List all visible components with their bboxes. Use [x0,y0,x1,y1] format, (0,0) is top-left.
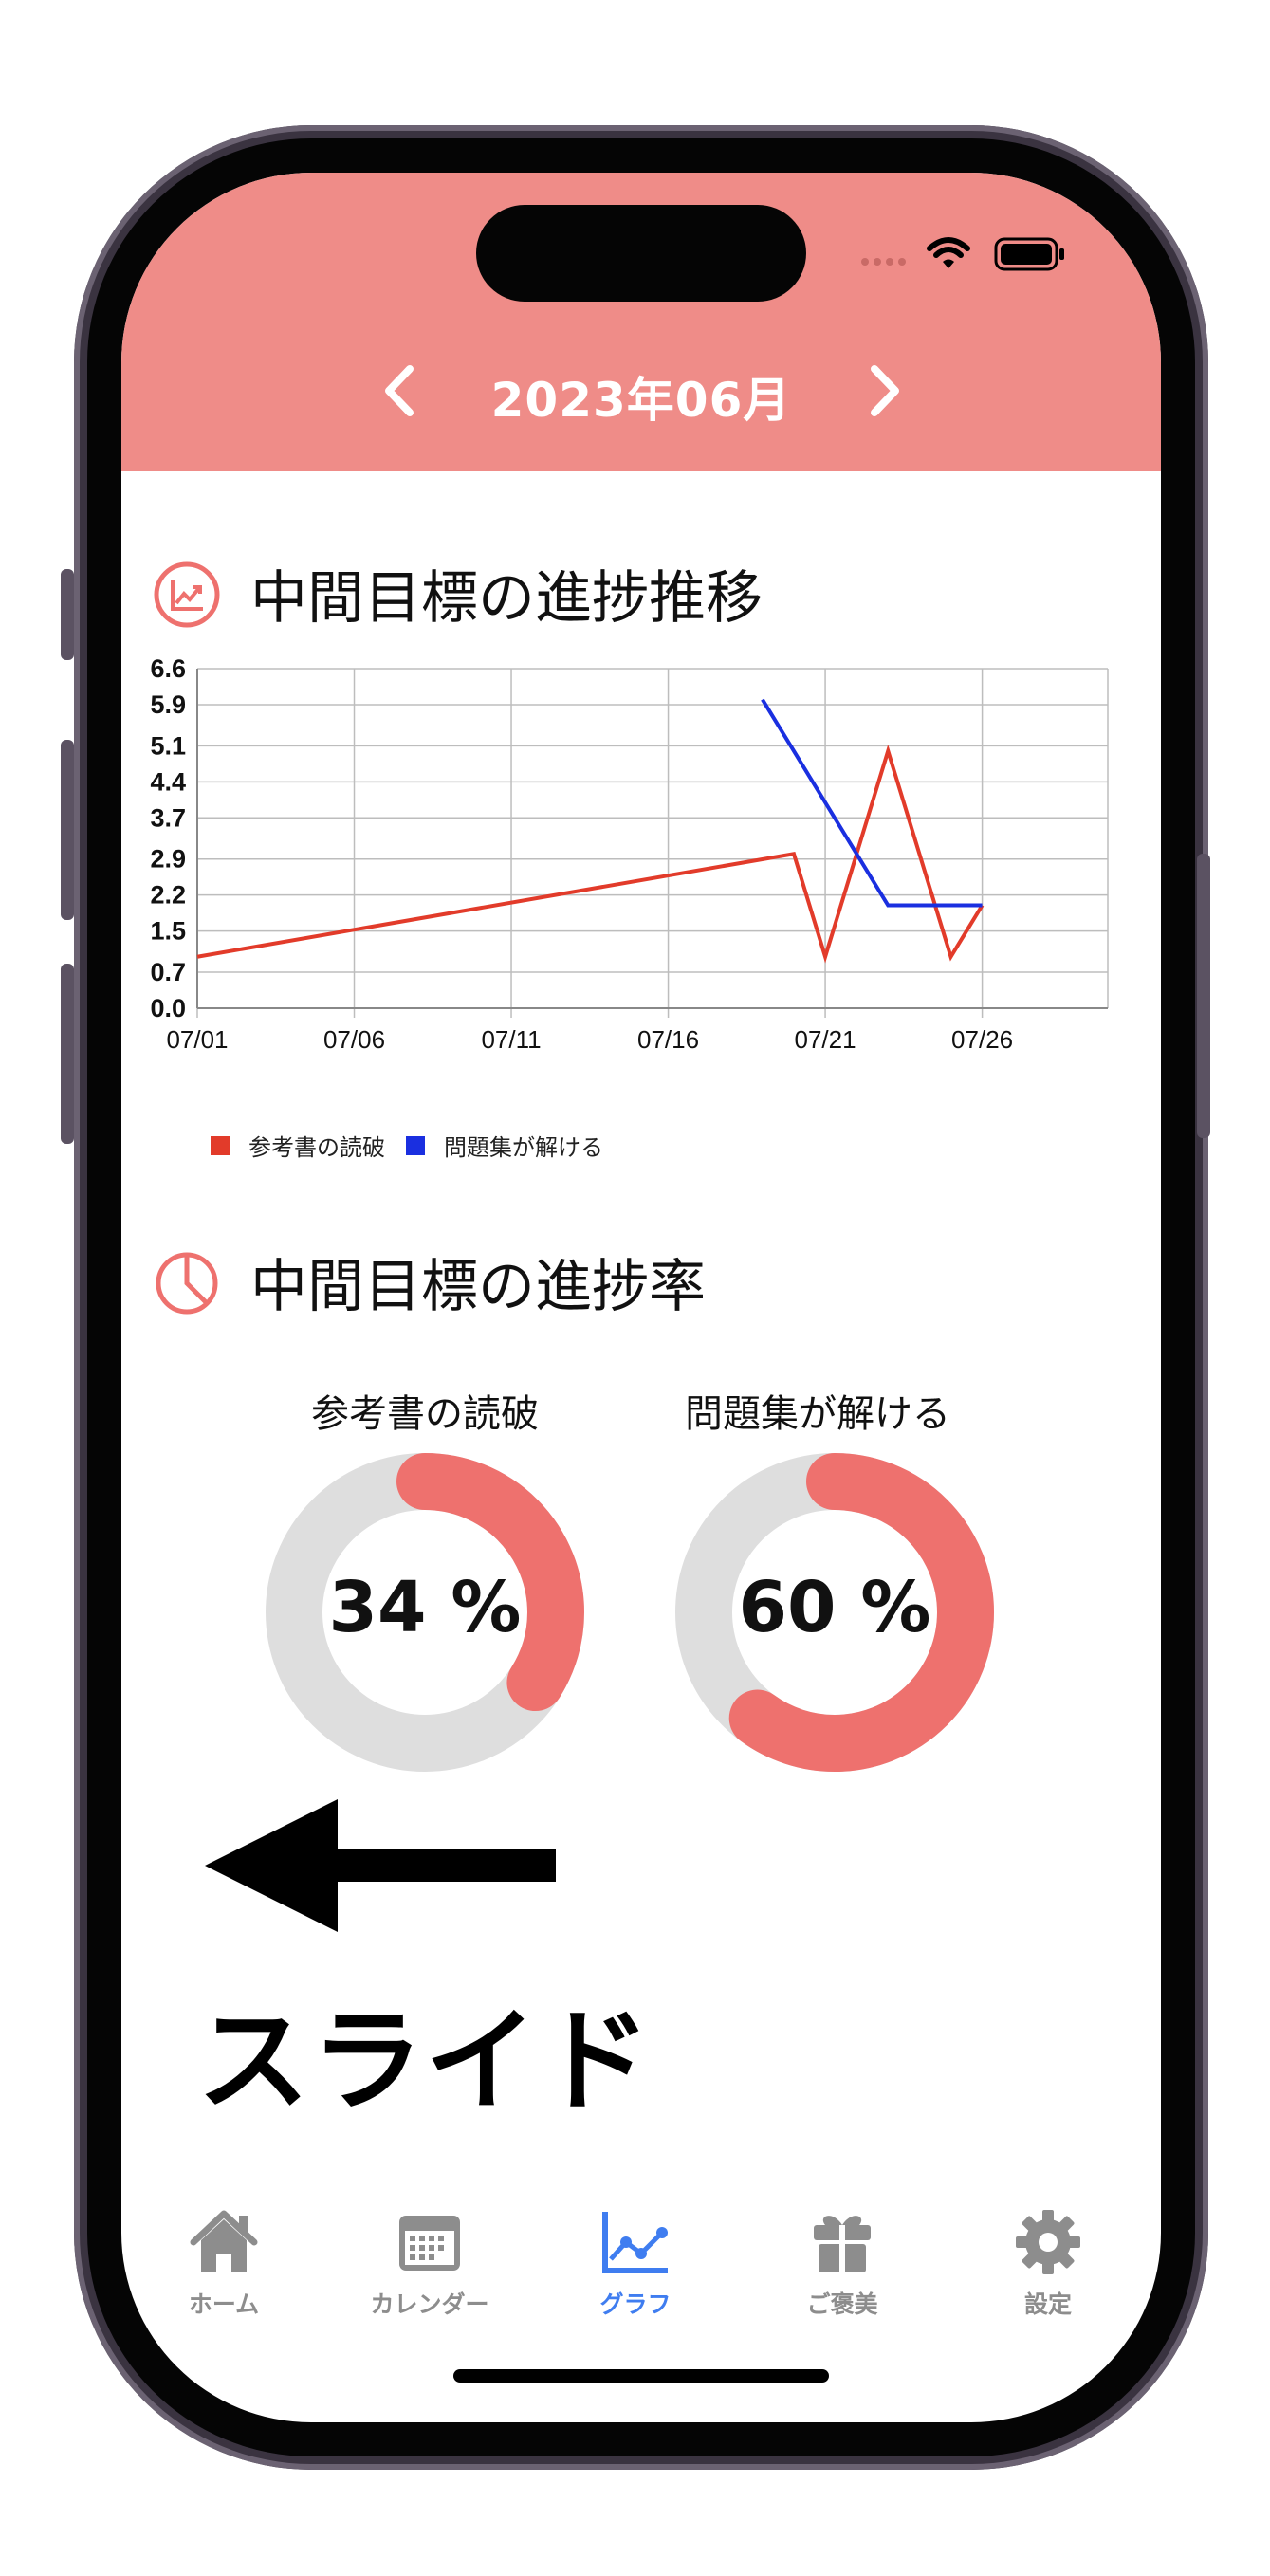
tab-home[interactable]: ホーム [143,2208,304,2320]
donut-value-2: 60 % [738,1567,931,1648]
y-tick-label: 2.9 [150,845,186,874]
tab-calendar[interactable]: カレンダー [349,2208,510,2320]
slide-hint-text: スライド [197,1996,653,2126]
chart-legend: 参考書の読破 問題集が解ける [211,1129,624,1162]
home-indicator [453,2369,829,2383]
volume-up-button [61,740,74,920]
legend-item: 問題集が解ける [406,1129,603,1162]
rate-section-title: 中間目標の進捗率 [250,1254,706,1320]
x-tick-label: 07/01 [166,1025,228,1054]
trend-section-title: 中間目標の進捗推移 [250,565,763,632]
x-tick-label: 07/06 [323,1025,385,1054]
app-screen: 2023年06月 中間目標の進捗推移 0.0 0.7 1.5 2.2 2.9 3.7 4.4… [121,173,1161,2422]
line-chart-icon [154,561,220,628]
y-tick-label: 5.1 [150,731,186,760]
gear-icon [1016,2210,1080,2274]
calendar-icon [399,2216,460,2271]
donut-label-1: 参考書の読破 [311,1392,539,1436]
dynamic-island [476,205,806,302]
donut-label-2: 問題集が解ける [685,1392,950,1436]
y-tick-label: 5.9 [150,690,186,719]
tab-graph[interactable]: グラフ [555,2208,716,2320]
left-arrow-icon [205,1799,556,1932]
y-tick-label: 2.2 [150,881,186,910]
next-month-button[interactable] [850,358,916,424]
tab-label: ホーム [188,2291,260,2318]
y-axis-ticks: 0.0 0.7 1.5 2.2 2.9 3.7 4.4 5.1 5.9 6.6 [150,654,186,1022]
y-tick-label: 6.6 [150,654,186,683]
wifi-icon [927,237,970,268]
silent-switch [61,569,74,660]
home-icon [190,2210,258,2272]
tab-label: カレンダー [370,2291,489,2318]
chart-grid [196,668,1109,1018]
pie-chart-icon [156,1252,218,1315]
legend-label: 問題集が解ける [444,1134,603,1161]
y-tick-label: 1.5 [150,917,186,946]
y-tick-label: 3.7 [150,803,186,832]
donut-value-1: 34 % [328,1567,522,1648]
legend-swatch-blue [406,1135,425,1155]
progress-line-chart: 0.00.71.52.22.93.74.45.15.96.6 07/01 07/0… [150,654,1109,1054]
y-tick-label: 0.0 [150,994,186,1022]
power-button [1197,854,1210,1138]
legend-item: 参考書の読破 [211,1129,385,1162]
x-tick-label: 07/16 [637,1025,699,1054]
volume-down-button [61,964,74,1144]
month-title: 2023年06月 [490,373,792,428]
chart-series [196,698,985,964]
graph-icon [602,2212,668,2273]
tab-reward[interactable]: ご褒美 [762,2208,923,2320]
y-tick-label: 4.4 [150,767,186,796]
x-tick-label: 07/26 [951,1025,1013,1054]
gift-icon [814,2216,871,2272]
tab-label: 設定 [1023,2291,1072,2318]
tab-label: ご褒美 [806,2291,878,2318]
tab-settings[interactable]: 設定 [967,2208,1129,2320]
y-tick-label: 0.7 [150,958,186,986]
tab-label: グラフ [599,2291,672,2318]
legend-swatch-red [211,1135,230,1155]
signal-dots-icon [861,258,906,266]
x-tick-label: 07/21 [795,1025,856,1054]
legend-label: 参考書の読破 [248,1134,385,1161]
x-tick-label: 07/11 [481,1025,541,1054]
header-bar: 2023年06月 [121,173,1161,471]
battery-icon [994,237,1064,271]
x-axis-ticks: 07/01 07/06 07/11 07/16 07/21 07/26 [166,1025,1013,1054]
